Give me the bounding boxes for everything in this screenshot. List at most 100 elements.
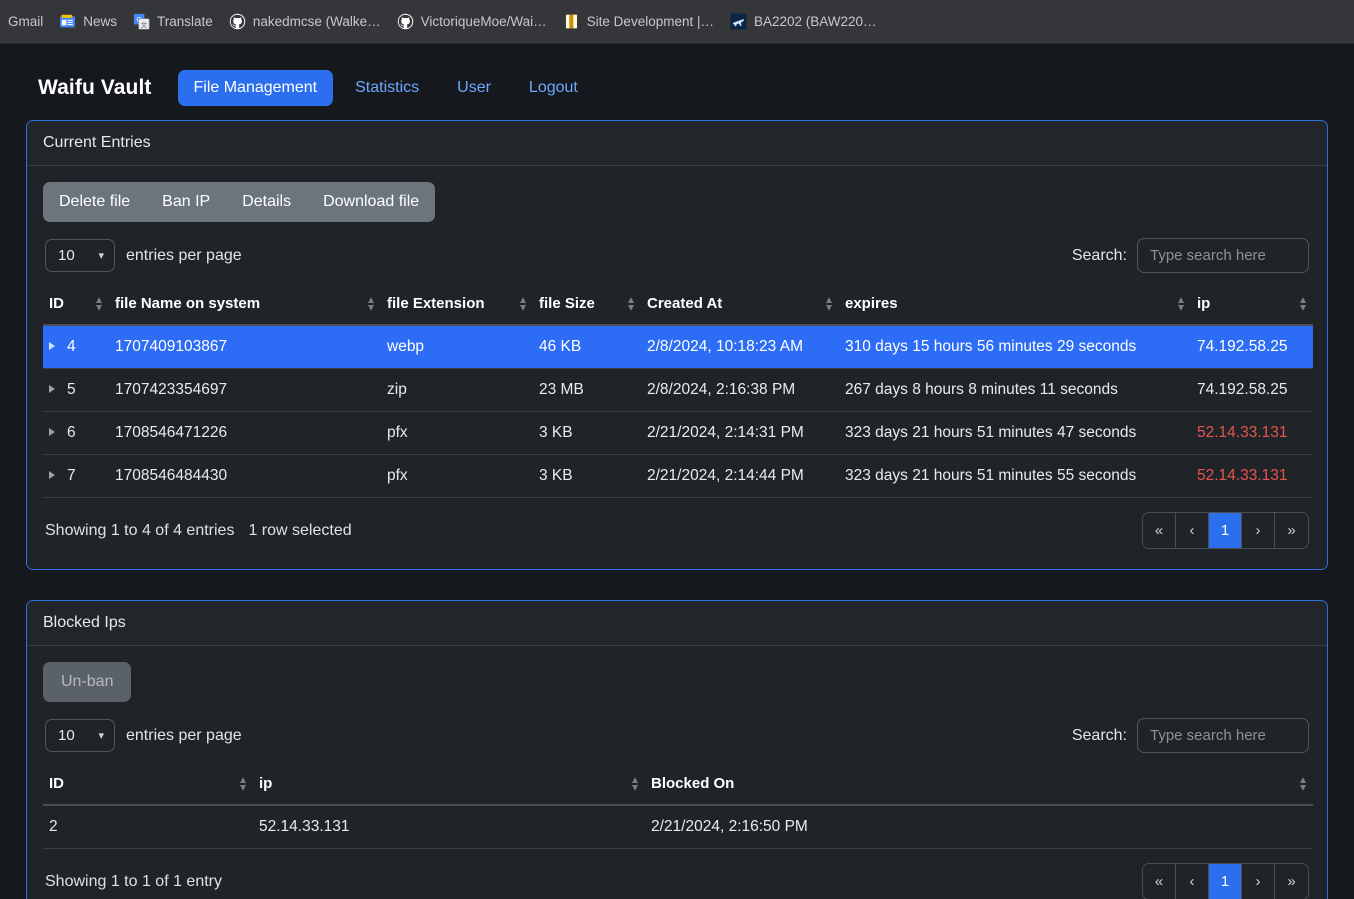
files-table-footer: Showing 1 to 4 of 4 entries 1 row select… bbox=[43, 498, 1311, 561]
files-entries-per-page-select[interactable]: 10 ▾ bbox=[45, 239, 115, 272]
pagination-page-button[interactable]: 1 bbox=[1209, 513, 1242, 548]
bookmark-item[interactable]: VictoriqueMoe/Wai… bbox=[389, 8, 555, 35]
row-id-cell[interactable]: 5 bbox=[43, 368, 109, 412]
bookmark-item[interactable]: nakedmcse (Walke… bbox=[221, 8, 389, 35]
blocked-ips-body: Un-ban 10 ▾ entries per page Search: Typ… bbox=[27, 646, 1327, 899]
files-selection-text: 1 row selected bbox=[248, 521, 352, 539]
row-blocked-on: 2/21/2024, 2:16:50 PM bbox=[645, 805, 1313, 849]
google-translate-icon: G文 bbox=[133, 13, 150, 30]
column-header[interactable]: Blocked On bbox=[645, 763, 1313, 806]
nav-link-statistics[interactable]: Statistics bbox=[339, 70, 435, 106]
ip-value: 74.192.58.25 bbox=[1197, 381, 1288, 398]
pagination-next-button[interactable]: › bbox=[1242, 864, 1275, 899]
column-header[interactable]: ip bbox=[253, 763, 645, 806]
files-pagination: «‹ 1 ›» bbox=[1142, 512, 1309, 549]
chevron-down-icon: ▾ bbox=[98, 729, 104, 742]
pagination-first-button[interactable]: « bbox=[1143, 864, 1176, 899]
current-entries-title: Current Entries bbox=[27, 121, 1327, 166]
sort-icon[interactable] bbox=[519, 296, 527, 312]
row-id-cell[interactable]: 6 bbox=[43, 411, 109, 455]
sort-icon[interactable] bbox=[631, 776, 639, 792]
delete-file-button[interactable]: Delete file bbox=[43, 182, 146, 222]
sort-icon[interactable] bbox=[1177, 296, 1185, 312]
blocked-table-body: 2 52.14.33.131 2/21/2024, 2:16:50 PM bbox=[43, 805, 1313, 849]
row-id-value: 6 bbox=[67, 424, 76, 441]
column-header[interactable]: ID bbox=[43, 283, 109, 326]
blocked-table-head: ID ip Blocked On bbox=[43, 763, 1313, 806]
column-header[interactable]: ID bbox=[43, 763, 253, 806]
row-file-size: 3 KB bbox=[533, 411, 641, 455]
column-header[interactable]: file Size bbox=[533, 283, 641, 326]
bookmark-item[interactable]: BA2202 (BAW220… bbox=[722, 8, 885, 35]
ban-ip-button[interactable]: Ban IP bbox=[146, 182, 226, 222]
files-table-body: 4 1707409103867 webp 46 KB 2/8/2024, 10:18:2… bbox=[43, 325, 1313, 498]
sort-icon[interactable] bbox=[1299, 296, 1307, 312]
pagination-last-button[interactable]: » bbox=[1275, 864, 1308, 899]
blocked-ips-title: Blocked Ips bbox=[27, 601, 1327, 646]
files-search-input[interactable] bbox=[1137, 238, 1309, 273]
details-button[interactable]: Details bbox=[226, 182, 307, 222]
row-id-cell[interactable]: 7 bbox=[43, 454, 109, 498]
pagination-next-button[interactable]: › bbox=[1242, 513, 1275, 548]
row-expires: 323 days 21 hours 51 minutes 55 seconds bbox=[839, 454, 1191, 498]
table-row[interactable]: 6 1708546471226 pfx 3 KB 2/21/2024, 2:14:31 … bbox=[43, 411, 1313, 455]
sort-icon[interactable] bbox=[1299, 776, 1307, 792]
column-header[interactable]: ip bbox=[1191, 283, 1313, 326]
table-row[interactable]: 4 1707409103867 webp 46 KB 2/8/2024, 10:18:2… bbox=[43, 325, 1313, 369]
pagination-page-button[interactable]: 1 bbox=[1209, 864, 1242, 899]
download-file-button[interactable]: Download file bbox=[307, 182, 435, 222]
expand-row-icon[interactable] bbox=[49, 342, 55, 350]
column-header-inner: file Size bbox=[539, 295, 635, 312]
column-header-label: ip bbox=[1197, 295, 1211, 312]
expand-row-icon[interactable] bbox=[49, 385, 55, 393]
pagination-prev-button[interactable]: ‹ bbox=[1176, 864, 1209, 899]
unban-button[interactable]: Un-ban bbox=[43, 662, 132, 702]
row-file-size: 3 KB bbox=[533, 454, 641, 498]
table-row[interactable]: 5 1707423354697 zip 23 MB 2/8/2024, 2:16:38 … bbox=[43, 368, 1313, 412]
file-actions-toolbar: Delete file Ban IP Details Download file bbox=[43, 182, 436, 222]
table-row[interactable]: 2 52.14.33.131 2/21/2024, 2:16:50 PM bbox=[43, 805, 1313, 849]
nav-link-logout[interactable]: Logout bbox=[513, 70, 594, 106]
files-footer-info: Showing 1 to 4 of 4 entries 1 row select… bbox=[45, 522, 352, 540]
app-container: Waifu Vault File Management Statistics Use… bbox=[0, 44, 1354, 899]
column-header-label: file Name on system bbox=[115, 295, 261, 312]
current-entries-body: Delete file Ban IP Details Download file 10… bbox=[27, 166, 1327, 569]
nav-link-file-management[interactable]: File Management bbox=[177, 70, 334, 106]
blocked-search-input[interactable] bbox=[1137, 718, 1309, 753]
sort-icon[interactable] bbox=[367, 296, 375, 312]
bookmark-item[interactable]: Site Development |… bbox=[555, 8, 722, 35]
table-row[interactable]: 7 1708546484430 pfx 3 KB 2/21/2024, 2:14:44 … bbox=[43, 454, 1313, 498]
bookmark-item[interactable]: Gmail bbox=[6, 9, 51, 34]
brand-title: Waifu Vault bbox=[38, 76, 152, 99]
google-news-icon bbox=[60, 14, 76, 28]
column-header-label: ID bbox=[49, 295, 64, 312]
column-header[interactable]: Created At bbox=[641, 283, 839, 326]
bookmark-item[interactable]: News bbox=[51, 8, 125, 35]
sort-icon[interactable] bbox=[239, 776, 247, 792]
sort-icon[interactable] bbox=[825, 296, 833, 312]
pagination-first-button[interactable]: « bbox=[1143, 513, 1176, 548]
column-header[interactable]: file Extension bbox=[381, 283, 533, 326]
expand-row-icon[interactable] bbox=[49, 471, 55, 479]
browser-bookmarks-bar: Gmail News G文 Translate nakedmcse (Walke… Vic… bbox=[0, 0, 1354, 44]
pagination-prev-button[interactable]: ‹ bbox=[1176, 513, 1209, 548]
column-header[interactable]: file Name on system bbox=[109, 283, 381, 326]
column-header-inner: ip bbox=[1197, 295, 1307, 312]
files-table-controls: 10 ▾ entries per page Search: bbox=[43, 236, 1311, 283]
svg-text:文: 文 bbox=[141, 20, 148, 29]
sort-icon[interactable] bbox=[95, 296, 103, 312]
nav-link-user[interactable]: User bbox=[441, 70, 507, 106]
column-header-inner: file Extension bbox=[387, 295, 527, 312]
column-header[interactable]: expires bbox=[839, 283, 1191, 326]
blocked-table-footer: Showing 1 to 1 of 1 entry «‹ 1 ›» bbox=[43, 849, 1311, 899]
column-header-label: ip bbox=[259, 775, 273, 792]
pagination-last-button[interactable]: » bbox=[1275, 513, 1308, 548]
bookmark-item[interactable]: G文 Translate bbox=[125, 8, 221, 35]
row-id-cell[interactable]: 4 bbox=[43, 325, 109, 369]
blocked-entries-per-page-select[interactable]: 10 ▾ bbox=[45, 719, 115, 752]
files-showing-text: Showing 1 to 4 of 4 entries bbox=[45, 521, 235, 539]
column-header-inner: ID bbox=[49, 775, 247, 792]
sort-icon[interactable] bbox=[627, 296, 635, 312]
blocked-footer-info: Showing 1 to 1 of 1 entry bbox=[45, 873, 222, 891]
expand-row-icon[interactable] bbox=[49, 428, 55, 436]
